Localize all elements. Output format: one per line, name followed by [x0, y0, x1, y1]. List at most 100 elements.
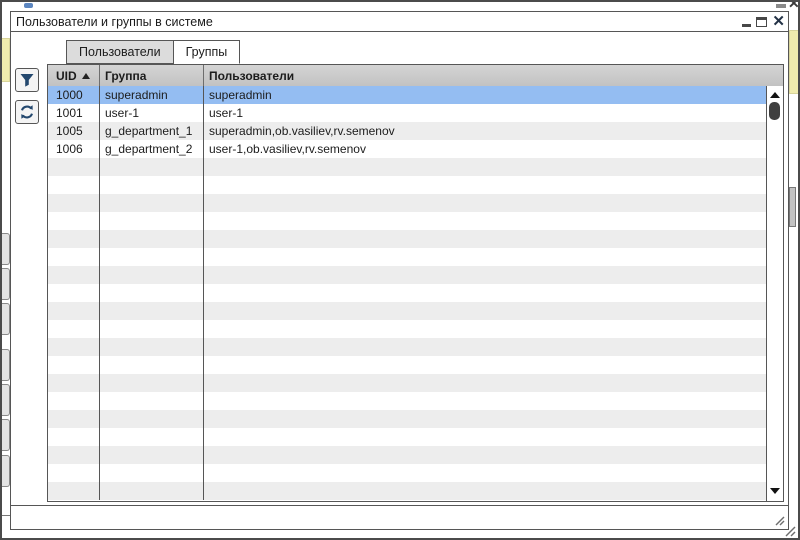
table-cell[interactable] — [204, 158, 766, 176]
table-row[interactable] — [48, 464, 766, 482]
scrollbar-thumb[interactable] — [769, 102, 780, 120]
table-cell[interactable] — [100, 212, 204, 230]
table-cell[interactable] — [100, 392, 204, 410]
table-cell[interactable] — [204, 176, 766, 194]
table-row[interactable] — [48, 338, 766, 356]
table-cell[interactable] — [100, 194, 204, 212]
table-cell[interactable] — [48, 266, 100, 284]
table-cell[interactable] — [48, 158, 100, 176]
table-row[interactable] — [48, 194, 766, 212]
table-row[interactable]: 1006 g_department_2 user-1,ob.vasiliev,rv.… — [48, 140, 766, 158]
minimize-button[interactable] — [742, 16, 752, 27]
table-cell[interactable] — [100, 320, 204, 338]
table-cell[interactable] — [48, 374, 100, 392]
table-row[interactable]: 1005 g_department_1 superadmin,ob.vasiliev… — [48, 122, 766, 140]
table-row[interactable] — [48, 392, 766, 410]
scroll-down-button[interactable] — [767, 485, 783, 497]
filter-button[interactable] — [15, 68, 39, 92]
table-cell[interactable] — [48, 230, 100, 248]
table-row[interactable] — [48, 176, 766, 194]
table-cell[interactable] — [100, 374, 204, 392]
table-cell[interactable]: g_department_2 — [100, 140, 204, 158]
column-header-users[interactable]: Пользователи — [204, 65, 783, 86]
table-cell[interactable] — [48, 392, 100, 410]
tab-groups[interactable]: Группы — [173, 40, 241, 64]
table-cell[interactable]: user-1 — [100, 104, 204, 122]
table-cell[interactable]: superadmin — [204, 86, 766, 104]
table-cell[interactable] — [204, 302, 766, 320]
column-header-uid[interactable]: UID — [48, 65, 100, 86]
table-cell[interactable]: superadmin,ob.vasiliev,rv.semenov — [204, 122, 766, 140]
table-cell[interactable] — [100, 446, 204, 464]
table-cell[interactable] — [204, 428, 766, 446]
table-cell[interactable] — [204, 230, 766, 248]
table-cell[interactable]: g_department_1 — [100, 122, 204, 140]
table-cell[interactable] — [204, 464, 766, 482]
table-cell[interactable] — [100, 428, 204, 446]
table-row[interactable] — [48, 374, 766, 392]
table-cell[interactable] — [48, 428, 100, 446]
table-cell[interactable] — [48, 176, 100, 194]
table-cell[interactable] — [204, 266, 766, 284]
table-cell[interactable] — [100, 266, 204, 284]
table-row[interactable] — [48, 212, 766, 230]
table-cell[interactable] — [48, 338, 100, 356]
table-row[interactable] — [48, 266, 766, 284]
table-cell[interactable] — [100, 230, 204, 248]
table-cell[interactable] — [100, 176, 204, 194]
close-button[interactable]: ✕ — [772, 14, 785, 29]
table-cell[interactable] — [100, 410, 204, 428]
table-cell[interactable]: user-1,ob.vasiliev,rv.semenov — [204, 140, 766, 158]
table-cell[interactable] — [48, 248, 100, 266]
table-row[interactable] — [48, 302, 766, 320]
table-cell[interactable]: 1005 — [48, 122, 100, 140]
table-cell[interactable] — [100, 248, 204, 266]
refresh-button[interactable] — [15, 100, 39, 124]
table-cell[interactable]: 1001 — [48, 104, 100, 122]
table-cell[interactable] — [100, 464, 204, 482]
table-row[interactable]: 1001 user-1 user-1 — [48, 104, 766, 122]
table-row[interactable] — [48, 356, 766, 374]
table-cell[interactable] — [100, 158, 204, 176]
table-row[interactable] — [48, 410, 766, 428]
table-cell[interactable] — [204, 212, 766, 230]
table-cell[interactable] — [100, 284, 204, 302]
table-cell[interactable] — [204, 320, 766, 338]
table-cell[interactable] — [48, 464, 100, 482]
table-cell[interactable] — [204, 374, 766, 392]
table-cell[interactable] — [100, 482, 204, 500]
table-cell[interactable] — [48, 410, 100, 428]
table-row[interactable]: 1000 superadmin superadmin — [48, 86, 766, 104]
table-cell[interactable]: 1006 — [48, 140, 100, 158]
table-cell[interactable] — [204, 248, 766, 266]
table-row[interactable] — [48, 320, 766, 338]
table-cell[interactable] — [48, 356, 100, 374]
table-cell[interactable] — [48, 302, 100, 320]
table-cell[interactable] — [48, 482, 100, 500]
table-cell[interactable] — [48, 194, 100, 212]
table-cell[interactable] — [100, 338, 204, 356]
table-cell[interactable]: superadmin — [100, 86, 204, 104]
table-cell[interactable] — [204, 446, 766, 464]
table-cell[interactable] — [204, 410, 766, 428]
table-cell[interactable] — [48, 284, 100, 302]
table-cell[interactable] — [204, 482, 766, 500]
table-row[interactable] — [48, 230, 766, 248]
table-cell[interactable] — [204, 284, 766, 302]
table-row[interactable] — [48, 428, 766, 446]
table-row[interactable] — [48, 446, 766, 464]
table-cell[interactable] — [48, 320, 100, 338]
table-cell[interactable] — [204, 356, 766, 374]
restore-button[interactable] — [756, 16, 768, 27]
window-resize-grip-icon[interactable] — [781, 524, 796, 537]
table-row[interactable] — [48, 284, 766, 302]
table-cell[interactable]: 1000 — [48, 86, 100, 104]
dialog-titlebar[interactable]: Пользователи и группы в системе ✕ — [11, 12, 788, 32]
table-cell[interactable] — [48, 446, 100, 464]
table-scrollbar[interactable] — [766, 86, 783, 501]
table-cell[interactable] — [204, 194, 766, 212]
column-header-group[interactable]: Группа — [100, 65, 204, 86]
table-cell[interactable] — [100, 302, 204, 320]
table-cell[interactable] — [204, 338, 766, 356]
table-cell[interactable] — [204, 392, 766, 410]
